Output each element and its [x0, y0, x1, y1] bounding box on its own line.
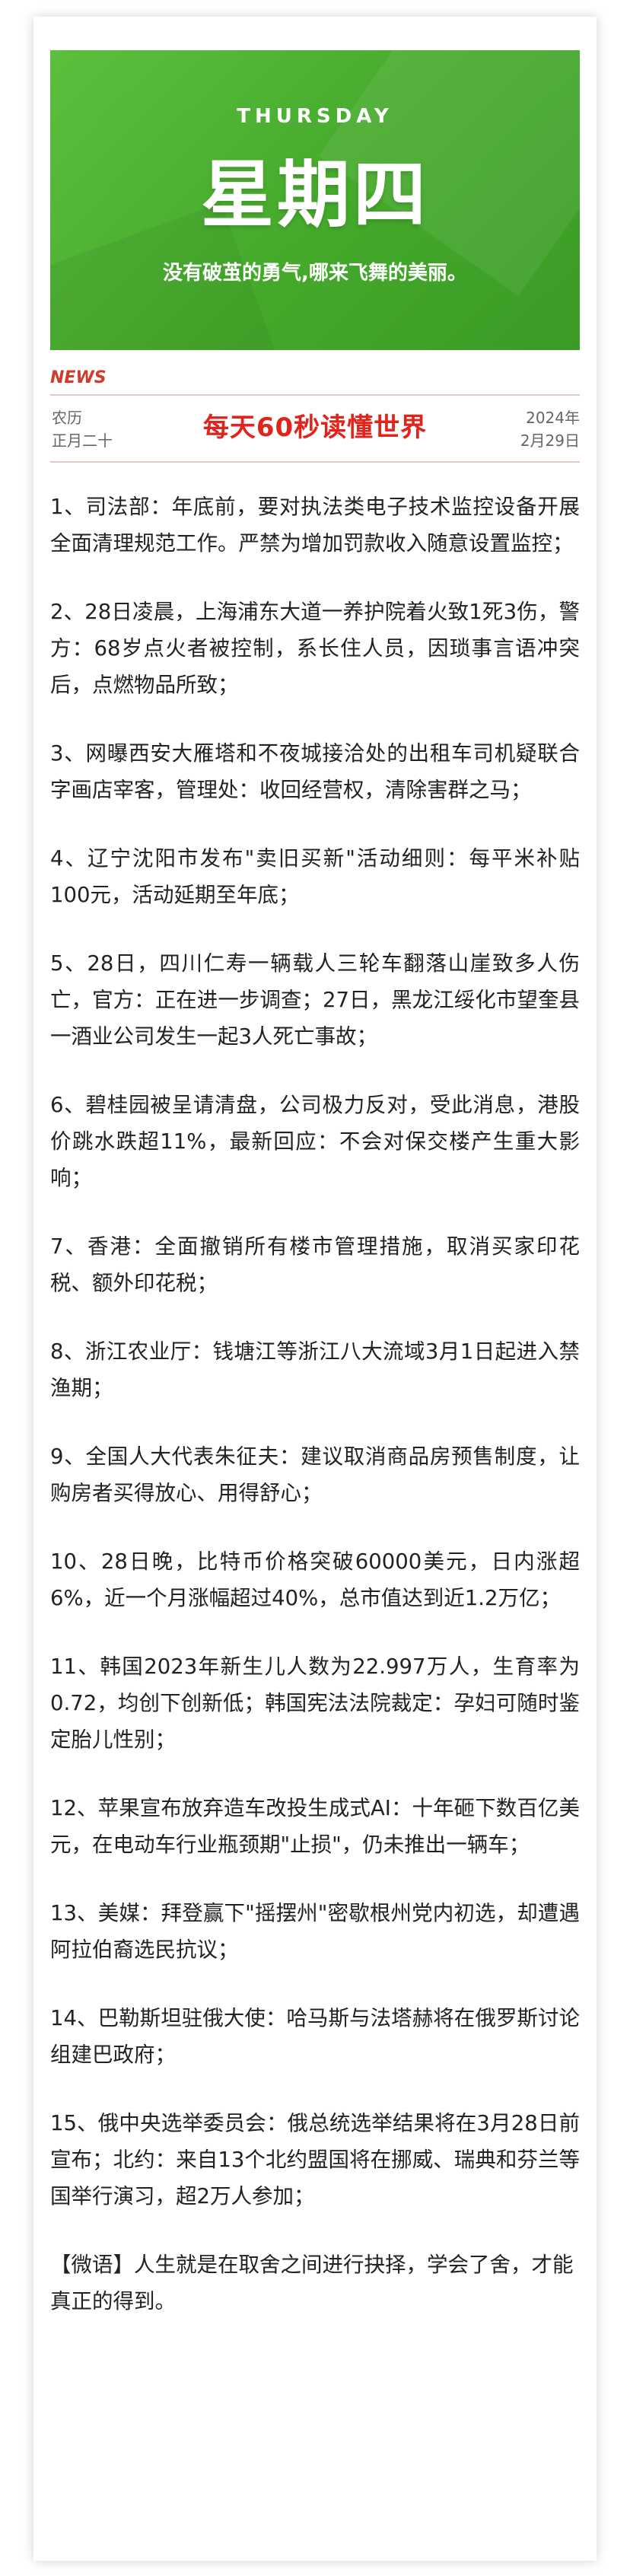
news-item: 5、28日，四川仁寿一辆载人三轮车翻落山崖致多人伤亡，官方：正在进一步调查；27…	[50, 951, 580, 1049]
banner-slogan: 没有破茧的勇气,哪来飞舞的美丽。	[163, 262, 467, 285]
news-item: 8、浙江农业厅：钱塘江等浙江八大流域3月1日起进入禁渔期；	[50, 1339, 580, 1400]
news-item: 13、美媒：拜登赢下"摇摆州"密歇根州党内初选，却遭遇阿拉伯裔选民抗议；	[50, 1901, 580, 1962]
weekday-chinese: 星期四	[201, 152, 429, 237]
news-item: 10、28日晚，比特币价格突破60000美元，日内涨超6%，近一个月涨幅超过40…	[50, 1549, 580, 1610]
date-month-day: 2月29日	[520, 431, 580, 450]
news-item: 2、28日凌晨，上海浦东大道一养护院着火致1死3伤，警方：68岁点火者被控制，系…	[50, 600, 580, 697]
weekday-english: THURSDAY	[237, 105, 393, 128]
news-item: 15、俄中央选举委员会：俄总统选举结果将在3月28日前宣布；北约：来自13个北约…	[50, 2111, 580, 2208]
news-list: 1、司法部：年底前，要对执法类电子技术监控设备开展全面清理规范工作。严禁为增加罚…	[50, 489, 580, 2320]
news-card: THURSDAY 星期四 没有破茧的勇气,哪来飞舞的美丽。 NEWS 农历 正月…	[33, 17, 597, 2561]
news-item: 9、全国人大代表朱征夫：建议取消商品房预售制度，让购房者买得放心、用得舒心；	[50, 1444, 580, 1505]
gregorian-date: 2024年 2月29日	[520, 406, 580, 452]
news-item: 4、辽宁沈阳市发布"卖旧买新"活动细则：每平米补贴100元，活动延期至年底；	[50, 846, 580, 907]
daily-quote: 【微语】人生就是在取舍之间进行抉择，学会了舍，才能真正的得到。	[50, 2253, 574, 2313]
weekday-banner: THURSDAY 星期四 没有破茧的勇气,哪来飞舞的美丽。	[50, 50, 580, 350]
page-title: 每天60秒读懂世界	[202, 412, 428, 443]
news-item: 6、碧桂园被呈请清盘，公司极力反对，受此消息，港股价跳水跌超11%，最新回应：不…	[50, 1093, 580, 1190]
news-label: NEWS	[50, 368, 107, 387]
news-item: 3、网曝西安大雁塔和不夜城接洽处的出租车司机疑联合字画店宰客，管理处：收回经营权…	[50, 741, 580, 802]
news-item: 1、司法部：年底前，要对执法类电子技术监控设备开展全面清理规范工作。严禁为增加罚…	[50, 495, 580, 556]
news-item: 11、韩国2023年新生儿人数为22.997万人，生育率为0.72，均创下创新低…	[50, 1654, 580, 1752]
header-divider-bottom	[50, 461, 580, 463]
header-divider-top	[50, 394, 580, 396]
date-year: 2024年	[526, 409, 580, 427]
news-item: 14、巴勒斯坦驻俄大使：哈马斯与法塔赫将在俄罗斯讨论组建巴政府；	[50, 2006, 580, 2067]
news-item: 12、苹果宣布放弃造车改投生成式AI：十年砸下数百亿美元，在电动车行业瓶颈期"止…	[50, 1796, 580, 1857]
news-item: 7、香港：全面撤销所有楼市管理措施，取消买家印花税、额外印花税；	[50, 1234, 580, 1295]
